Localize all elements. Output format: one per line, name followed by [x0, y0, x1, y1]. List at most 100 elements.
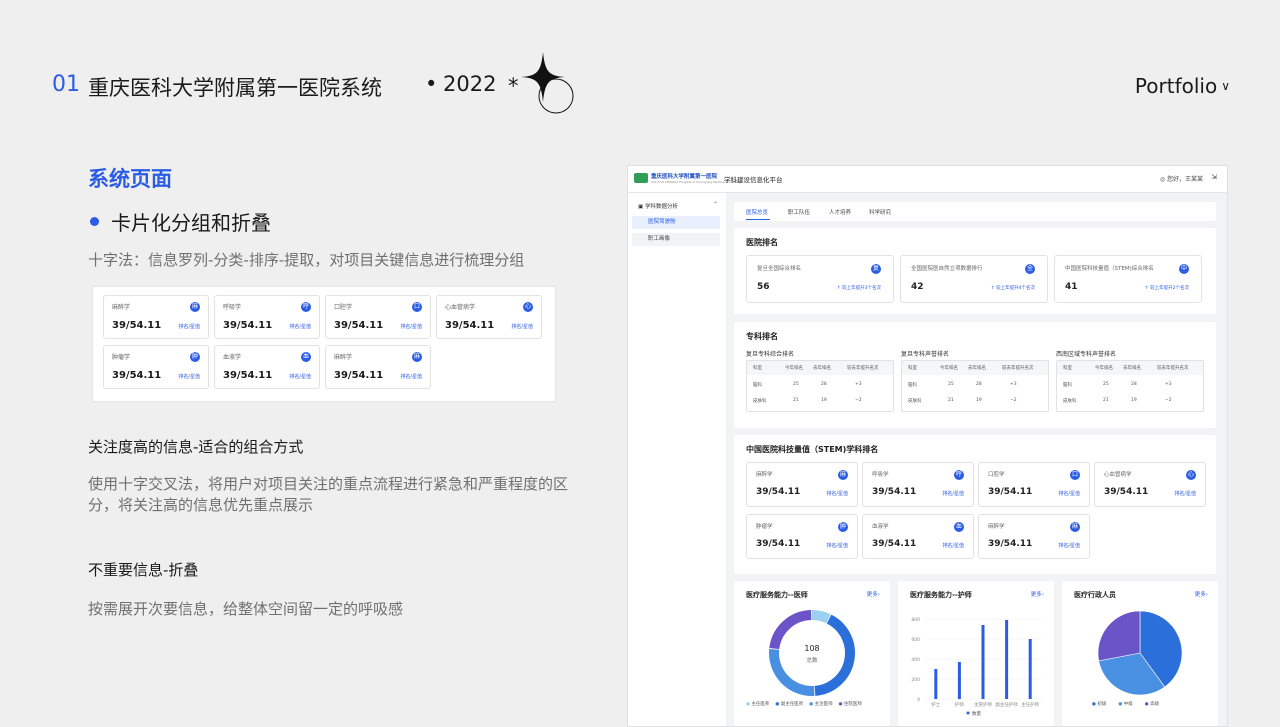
mini-card[interactable]: 肿瘤学 肿 39/54.11 排名/星值: [103, 345, 209, 389]
tab-research[interactable]: 科学研究: [869, 208, 891, 216]
y-tick-label: 800: [911, 617, 920, 623]
subject-icon: 麻: [1070, 522, 1080, 532]
mini-card-link[interactable]: 排名/星值: [400, 323, 422, 330]
mini-card-name: 肿瘤学: [112, 354, 131, 361]
stem-card-name: 麻醉学: [988, 524, 1005, 530]
legend-item: ● 初级: [1092, 702, 1107, 707]
nurse-more-link[interactable]: 更多›: [1031, 590, 1044, 598]
stem-card-value: 39/54.11: [988, 487, 1033, 497]
portfolio-label: Portfolio: [1134, 74, 1218, 98]
stem-card-value: 39/54.11: [872, 487, 917, 497]
mini-card[interactable]: 血液学 血 39/54.11 排名/星值: [214, 345, 320, 389]
specialty-table: 科室 今年排名 去年排名 较去年提升名次 脑科 25 28 +3 皮肤科 21 19 −2: [746, 360, 894, 412]
mini-card-link[interactable]: 排名/星值: [511, 323, 533, 330]
table-header-cell: 科室: [908, 366, 917, 371]
mini-card-name: 口腔学: [334, 304, 353, 311]
table-cell: +3: [855, 382, 862, 387]
sidebar-group-label: 学科数据分析: [644, 204, 678, 210]
mini-card[interactable]: 心血管病学 心 39/54.11 排名/星值: [436, 295, 542, 339]
tab-overview[interactable]: 医院总览: [746, 208, 768, 216]
table-cell: 皮肤科: [908, 399, 922, 404]
admin-more-link[interactable]: 更多›: [1195, 590, 1208, 598]
stem-card-link[interactable]: 排名/星值: [942, 542, 964, 549]
specialty-table-title: 复旦专科声誉排名: [901, 351, 950, 358]
table-cell: 19: [976, 398, 982, 403]
bullet-text: 卡片化分组和折叠: [111, 211, 271, 235]
table-cell: −2: [1165, 398, 1172, 403]
nurse-chart-title: 医疗服务能力--护师: [910, 591, 972, 599]
legend-item: ● 主治医师: [809, 702, 833, 707]
stem-card[interactable]: 肿瘤学 肿 39/54.11 排名/星值: [746, 514, 858, 559]
mini-card[interactable]: 麻醉学 麻 39/54.11 排名/星值: [103, 295, 209, 339]
table-cell: 25: [793, 382, 799, 387]
nurse-capacity-panel: 医疗服务能力--护师 更多› 0 200 400 600 800 护士 护师 主管护师 副主任护…: [898, 581, 1054, 726]
mini-card-value: 39/54.11: [334, 320, 384, 331]
stem-card-link[interactable]: 排名/星值: [826, 542, 848, 549]
mini-card-link[interactable]: 排名/星值: [178, 323, 200, 330]
table-cell: 25: [948, 382, 954, 387]
legend-item: ● 高级: [1144, 702, 1160, 707]
table-cell: 19: [821, 398, 827, 403]
mini-card[interactable]: 呼吸学 呼 39/54.11 排名/星值: [214, 295, 320, 339]
rank-card-name: 中国医院科技量值（STEM)综合排名: [1065, 266, 1154, 272]
doctor-capacity-panel: 医疗服务能力--医师 更多› 108 总数 ● 主任医师 ● 副主任医师 ● 主治医师…: [734, 581, 890, 726]
portfolio-menu[interactable]: Portfolio ∨: [1135, 74, 1230, 98]
specialty-table-title: 西南区域专科声誉排名: [1056, 351, 1117, 358]
stem-card[interactable]: 血液学 血 39/54.11 排名/星值: [862, 514, 974, 559]
doctor-more-link[interactable]: 更多›: [867, 590, 880, 598]
stem-card-link[interactable]: 排名/星值: [826, 490, 848, 497]
tab-staff[interactable]: 职工队伍: [788, 208, 810, 216]
rank-icon: 中: [1179, 264, 1189, 274]
mini-card-link[interactable]: 排名/星值: [178, 373, 200, 380]
bar: [1028, 639, 1032, 699]
stem-card[interactable]: 麻醉学 麻 39/54.11 排名/星值: [746, 462, 858, 507]
stem-card[interactable]: 呼吸学 呼 39/54.11 排名/星值: [862, 462, 974, 507]
description-cross-method: 十字法：信息罗列-分类-排序-提取，对项目关键信息进行梳理分组: [88, 251, 525, 269]
stem-card-link[interactable]: 排名/星值: [1174, 490, 1196, 497]
subheading-fold: 不重要信息-折叠: [88, 561, 199, 579]
exit-icon[interactable]: ⇲: [1211, 173, 1217, 181]
subheading-focus: 关注度高的信息-适合的组合方式: [88, 438, 304, 456]
tab-talent[interactable]: 人才培养: [829, 208, 851, 216]
mini-card[interactable]: 麻醉学 麻 39/54.11 排名/星值: [325, 345, 431, 389]
table-cell: 21: [948, 398, 954, 403]
x-tick-label: 护师: [955, 701, 964, 708]
bar: [1005, 620, 1009, 699]
sidebar-group[interactable]: ▣ 学科数据分析: [638, 202, 678, 210]
sidebar-item-cockpit[interactable]: 医院驾驶舱: [632, 216, 720, 229]
stem-card-value: 39/54.11: [988, 539, 1033, 549]
table-header-cell: 今年排名: [785, 366, 803, 371]
hospital-rank-card[interactable]: 全国医院医自然立项数据排行 全 42 ↑ 较上年提升4个名次: [900, 255, 1048, 303]
stem-card-link[interactable]: 排名/星值: [942, 490, 964, 497]
table-header-cell: 较去年提升名次: [1002, 366, 1034, 371]
stem-card[interactable]: 心血管病学 心 39/54.11 排名/星值: [1094, 462, 1206, 507]
stem-card-link[interactable]: 排名/星值: [1058, 542, 1080, 549]
admin-pie-chart: [1097, 610, 1183, 696]
sidebar-item-staff-profile[interactable]: 职工画像: [632, 233, 720, 246]
mini-card[interactable]: 口腔学 口 39/54.11 排名/星值: [325, 295, 431, 339]
mini-card-link[interactable]: 排名/星值: [289, 373, 311, 380]
mini-card-value: 39/54.11: [223, 370, 273, 381]
subject-icon: 麻: [190, 302, 200, 312]
stem-card-name: 血液学: [872, 524, 889, 530]
chevron-up-icon[interactable]: ⌃: [713, 201, 718, 208]
legend-label: 数量: [972, 710, 981, 717]
table-header-cell: 去年排名: [1123, 366, 1141, 371]
stem-card-link[interactable]: 排名/星值: [1058, 490, 1080, 497]
y-tick-label: 200: [911, 677, 920, 683]
bar: [957, 662, 961, 699]
rank-card-name: 全国医院医自然立项数据排行: [911, 266, 983, 272]
subject-icon: 麻: [838, 470, 848, 480]
legend-dot: [966, 711, 970, 715]
user-greeting[interactable]: ◎ 您好，王某某: [1160, 174, 1203, 183]
stem-card-value: 39/54.11: [756, 539, 801, 549]
bullet-dot-icon: [90, 217, 99, 226]
hospital-rank-card[interactable]: 复旦全国综合排名 复 56 ↑ 较上年提升3个名次: [746, 255, 894, 303]
mini-card-link[interactable]: 排名/星值: [400, 373, 422, 380]
hospital-rank-card[interactable]: 中国医院科技量值（STEM)综合排名 中 41 ↑ 较上年提升2个名次: [1054, 255, 1202, 303]
admin-staff-panel: 医疗行政人员 更多› ● 初级 ● 中级 ● 高级: [1062, 581, 1218, 726]
stem-card[interactable]: 麻醉学 麻 39/54.11 排名/星值: [978, 514, 1090, 559]
subject-icon: 心: [1186, 470, 1196, 480]
mini-card-link[interactable]: 排名/星值: [289, 323, 311, 330]
stem-card[interactable]: 口腔学 口 39/54.11 排名/星值: [978, 462, 1090, 507]
